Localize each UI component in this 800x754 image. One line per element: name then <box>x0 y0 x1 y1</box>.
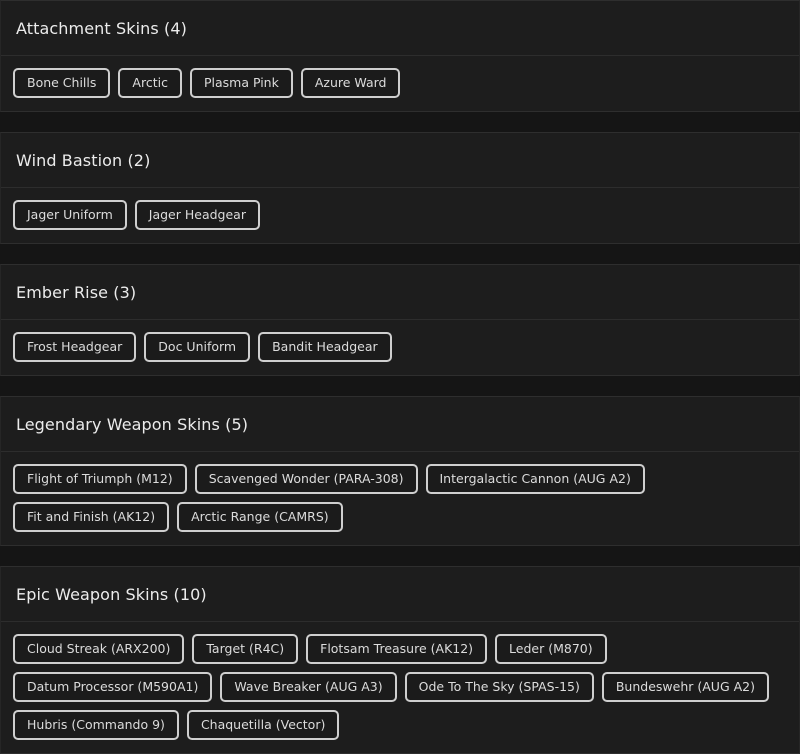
skin-chip[interactable]: Wave Breaker (AUG A3) <box>220 672 397 702</box>
chip-list: Frost Headgear Doc Uniform Bandit Headge… <box>1 320 799 375</box>
skin-chip[interactable]: Doc Uniform <box>144 332 251 362</box>
section-title: Attachment Skins (4) <box>16 18 187 38</box>
section-attachment-skins: Attachment Skins (4) Bone Chills Arctic … <box>0 0 800 112</box>
skin-chip[interactable]: Cloud Streak (ARX200) <box>13 634 185 664</box>
skin-chip[interactable]: Bone Chills <box>13 68 111 98</box>
skin-chip[interactable]: Ode To The Sky (SPAS-15) <box>404 672 594 702</box>
skin-chip[interactable]: Flight of Triumph (M12) <box>13 464 187 494</box>
skin-chip[interactable]: Arctic Range (CAMRS) <box>177 502 343 532</box>
skin-chip[interactable]: Leder (M870) <box>495 634 607 664</box>
chip-list: Bone Chills Arctic Plasma Pink Azure War… <box>1 56 799 111</box>
skin-chip[interactable]: Plasma Pink <box>189 68 293 98</box>
skin-chip[interactable]: Scavenged Wonder (PARA-308) <box>194 464 418 494</box>
section-header: Epic Weapon Skins (10) <box>1 567 799 622</box>
section-header: Ember Rise (3) <box>1 265 799 320</box>
skin-chip[interactable]: Intergalactic Cannon (AUG A2) <box>425 464 645 494</box>
skin-chip[interactable]: Frost Headgear <box>13 332 137 362</box>
section-title: Epic Weapon Skins (10) <box>16 584 207 604</box>
skin-chip[interactable]: Hubris (Commando 9) <box>13 710 179 740</box>
skin-chip[interactable]: Bandit Headgear <box>258 332 392 362</box>
section-title: Ember Rise (3) <box>16 282 137 302</box>
skin-chip[interactable]: Arctic <box>118 68 182 98</box>
section-ember-rise: Ember Rise (3) Frost Headgear Doc Unifor… <box>0 264 800 376</box>
skin-chip[interactable]: Datum Processor (M590A1) <box>13 672 213 702</box>
skin-chip[interactable]: Bundeswehr (AUG A2) <box>601 672 769 702</box>
skin-chip[interactable]: Jager Headgear <box>134 200 260 230</box>
section-epic-weapon-skins: Epic Weapon Skins (10) Cloud Streak (ARX… <box>0 566 800 754</box>
chip-list: Jager Uniform Jager Headgear <box>1 188 799 243</box>
skins-page: Attachment Skins (4) Bone Chills Arctic … <box>0 0 800 754</box>
chip-list: Cloud Streak (ARX200) Target (R4C) Flots… <box>1 622 799 753</box>
skin-chip[interactable]: Azure Ward <box>300 68 401 98</box>
section-header: Wind Bastion (2) <box>1 133 799 188</box>
skin-chip[interactable]: Target (R4C) <box>192 634 299 664</box>
chip-list: Flight of Triumph (M12) Scavenged Wonder… <box>1 452 799 545</box>
skin-chip[interactable]: Chaquetilla (Vector) <box>186 710 340 740</box>
section-header: Attachment Skins (4) <box>1 1 799 56</box>
section-title: Wind Bastion (2) <box>16 150 151 170</box>
section-title: Legendary Weapon Skins (5) <box>16 414 249 434</box>
section-wind-bastion: Wind Bastion (2) Jager Uniform Jager Hea… <box>0 132 800 244</box>
skin-chip[interactable]: Jager Uniform <box>13 200 127 230</box>
skin-chip[interactable]: Flotsam Treasure (AK12) <box>306 634 488 664</box>
section-header: Legendary Weapon Skins (5) <box>1 397 799 452</box>
section-legendary-weapon-skins: Legendary Weapon Skins (5) Flight of Tri… <box>0 396 800 546</box>
skin-chip[interactable]: Fit and Finish (AK12) <box>13 502 170 532</box>
